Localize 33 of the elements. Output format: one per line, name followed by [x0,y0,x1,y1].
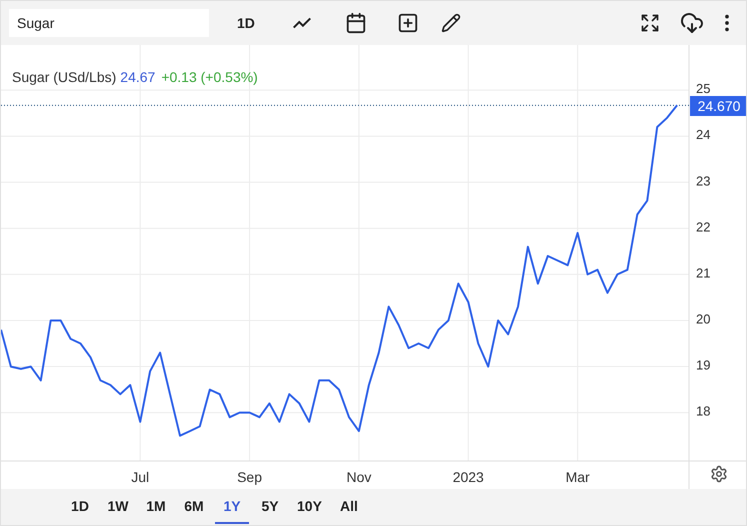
y-axis-label: 20 [696,312,710,326]
range-tab[interactable]: 5Y [253,490,287,524]
range-tab[interactable]: 6M [177,490,211,524]
range-tab[interactable]: 1Y [215,490,249,524]
y-axis-label: 18 [696,404,710,419]
y-axis-label: 24 [696,127,710,142]
last-price: 24.67 [120,68,156,87]
y-axis-label: 25 [696,81,710,96]
interval-button[interactable]: 1D [233,12,259,34]
search-field[interactable]: Sugar [9,9,209,37]
y-axis-label: 21 [696,265,710,280]
x-axis-label: Nov [346,469,372,485]
fullscreen-icon[interactable] [640,13,660,33]
range-tab[interactable]: 10Y [291,490,328,524]
symbol-name: Sugar (USd/Lbs) [12,68,116,87]
x-axis-label: Jul [131,469,150,485]
y-axis-label: 22 [696,219,710,234]
price-label: 24.670 [690,96,746,116]
x-axis-label: 2023 [452,469,484,485]
settings-icon[interactable] [710,465,728,483]
pencil-icon[interactable] [440,13,461,33]
add-icon[interactable] [396,12,419,34]
y-axis-label: 19 [696,358,710,373]
range-tab[interactable]: 1W [101,490,135,524]
price-change: +0.13 (+0.53%) [161,68,258,87]
range-tab[interactable]: 1M [139,490,173,524]
range-tab[interactable]: All [332,490,366,524]
cloud-download-icon[interactable] [680,11,704,35]
x-axis-label: Sep [237,469,262,485]
y-axis-label: 23 [696,173,710,188]
calendar-icon[interactable] [344,12,367,34]
x-axis-label: Mar [566,469,590,485]
range-tab[interactable]: 1D [63,490,97,524]
